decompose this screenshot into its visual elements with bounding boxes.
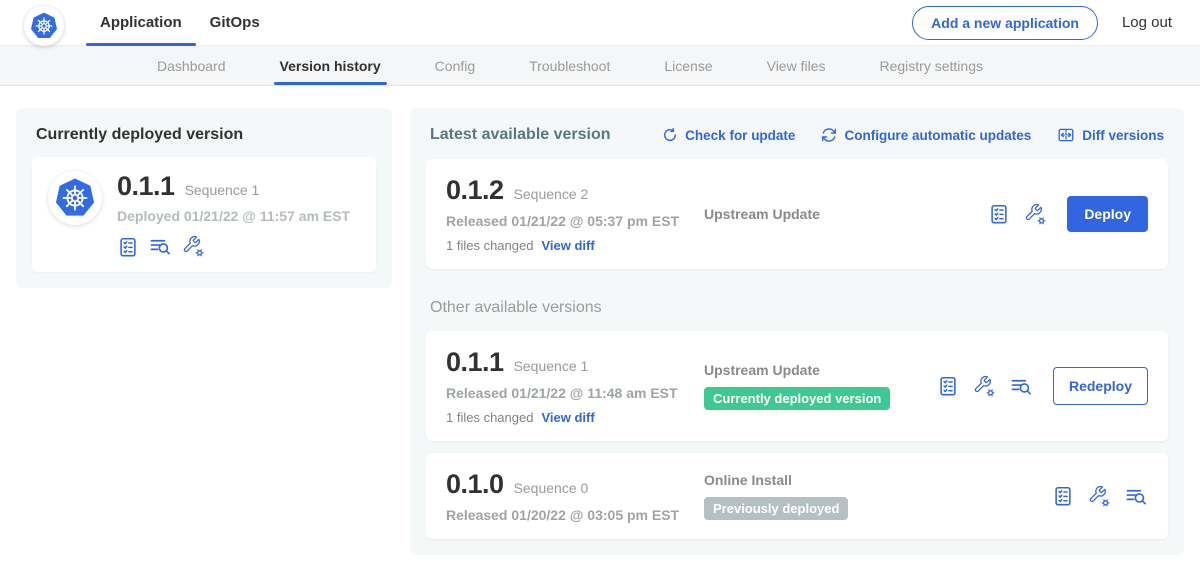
- subnav-tab-license[interactable]: License: [664, 46, 712, 85]
- kubernetes-logo-icon: [29, 11, 59, 41]
- source-type-label: Online Install: [704, 472, 1042, 488]
- version-type: Upstream Update: [704, 206, 988, 222]
- version-card-0-1-0: 0.1.0 Sequence 0 Released 01/20/22 @ 03:…: [426, 453, 1168, 539]
- files-changed-label: 1 files changed: [446, 238, 533, 253]
- version-type: Upstream Update Currently deployed versi…: [704, 362, 937, 410]
- sequence-label: Sequence 2: [514, 186, 589, 202]
- tab-gitops[interactable]: GitOps: [196, 0, 274, 45]
- currently-deployed-panel: Currently deployed version: [16, 108, 392, 288]
- checklist-icon[interactable]: [117, 236, 139, 258]
- tab-application[interactable]: Application: [86, 0, 196, 45]
- wrench-gear-icon[interactable]: [1088, 485, 1111, 508]
- app-logo: [24, 6, 64, 46]
- view-diff-link[interactable]: View diff: [541, 238, 594, 253]
- deployed-version-info: 0.1.1 Sequence 1 Deployed 01/21/22 @ 11:…: [117, 171, 350, 258]
- versions-panel-head: Latest available version Check for updat…: [430, 126, 1164, 144]
- app-subnav: Dashboard Version history Config Trouble…: [0, 46, 1200, 86]
- version-number: 0.1.2: [446, 175, 504, 206]
- logs-icon[interactable]: [1125, 485, 1148, 508]
- check-for-update-label: Check for update: [685, 128, 795, 143]
- app-header: Application GitOps Add a new application…: [0, 0, 1200, 46]
- checklist-icon[interactable]: [937, 375, 959, 397]
- deployed-version-number: 0.1.1: [117, 171, 175, 202]
- deployed-sequence-label: Sequence 1: [185, 182, 260, 198]
- main-content: Currently deployed version: [0, 86, 1200, 555]
- version-card-0-1-1: 0.1.1 Sequence 1 Released 01/21/22 @ 11:…: [426, 331, 1168, 441]
- configure-automatic-updates-label: Configure automatic updates: [844, 128, 1031, 143]
- subnav-tab-troubleshoot[interactable]: Troubleshoot: [529, 46, 610, 85]
- logout-link[interactable]: Log out: [1122, 14, 1172, 31]
- files-changed-label: 1 files changed: [446, 410, 533, 425]
- version-actions: Deploy: [988, 196, 1148, 232]
- released-timestamp: Released 01/21/22 @ 05:37 pm EST: [446, 213, 704, 229]
- diff-versions-link[interactable]: Diff versions: [1057, 126, 1164, 144]
- app-icon: [48, 171, 102, 225]
- subnav-tab-dashboard[interactable]: Dashboard: [157, 46, 226, 85]
- sequence-label: Sequence 0: [514, 480, 589, 496]
- version-card-0-1-2: 0.1.2 Sequence 2 Released 01/21/22 @ 05:…: [426, 159, 1168, 269]
- other-versions-title: Other available versions: [430, 299, 1164, 317]
- view-diff-link[interactable]: View diff: [541, 410, 594, 425]
- wrench-gear-icon[interactable]: [973, 375, 996, 398]
- redeploy-button[interactable]: Redeploy: [1053, 367, 1148, 405]
- latest-available-title: Latest available version: [430, 126, 611, 144]
- currently-deployed-card: 0.1.1 Sequence 1 Deployed 01/21/22 @ 11:…: [32, 157, 376, 272]
- wrench-gear-icon[interactable]: [182, 235, 205, 258]
- panel-actions: Check for update Configure automatic upd…: [662, 126, 1164, 144]
- versions-panel: Latest available version Check for updat…: [410, 108, 1184, 555]
- version-info: 0.1.1 Sequence 1 Released 01/21/22 @ 11:…: [446, 347, 704, 425]
- subnav-tab-version-history[interactable]: Version history: [280, 46, 381, 85]
- subnav-tab-view-files[interactable]: View files: [767, 46, 826, 85]
- diff-icon: [1057, 126, 1075, 144]
- version-number: 0.1.1: [446, 347, 504, 378]
- released-timestamp: Released 01/20/22 @ 03:05 pm EST: [446, 507, 704, 523]
- source-type-label: Upstream Update: [704, 362, 927, 378]
- auto-update-icon: [821, 127, 837, 143]
- version-info: 0.1.2 Sequence 2 Released 01/21/22 @ 05:…: [446, 175, 704, 253]
- configure-automatic-updates-link[interactable]: Configure automatic updates: [821, 127, 1031, 143]
- deploy-button[interactable]: Deploy: [1067, 196, 1148, 232]
- header-tabs: Application GitOps: [86, 0, 274, 45]
- version-number: 0.1.0: [446, 469, 504, 500]
- currently-deployed-title: Currently deployed version: [36, 126, 376, 144]
- kubernetes-logo-icon: [53, 176, 97, 220]
- previously-deployed-badge: Previously deployed: [704, 497, 848, 520]
- add-application-button[interactable]: Add a new application: [912, 6, 1098, 40]
- check-for-update-link[interactable]: Check for update: [662, 127, 795, 143]
- source-type-label: Upstream Update: [704, 206, 978, 222]
- logs-icon[interactable]: [149, 235, 172, 258]
- checklist-icon[interactable]: [988, 203, 1010, 225]
- subnav-tab-config[interactable]: Config: [435, 46, 475, 85]
- deployed-timestamp: Deployed 01/21/22 @ 11:57 am EST: [117, 208, 350, 224]
- wrench-gear-icon[interactable]: [1024, 203, 1047, 226]
- logs-icon[interactable]: [1010, 375, 1033, 398]
- subnav-tab-registry-settings[interactable]: Registry settings: [880, 46, 983, 85]
- header-right: Add a new application Log out: [912, 6, 1172, 40]
- diff-versions-label: Diff versions: [1082, 128, 1164, 143]
- sequence-label: Sequence 1: [514, 358, 589, 374]
- version-type: Online Install Previously deployed: [704, 472, 1052, 520]
- version-actions: Redeploy: [937, 367, 1148, 405]
- refresh-icon: [662, 127, 678, 143]
- released-timestamp: Released 01/21/22 @ 11:48 am EST: [446, 385, 704, 401]
- version-info: 0.1.0 Sequence 0 Released 01/20/22 @ 03:…: [446, 469, 704, 523]
- currently-deployed-badge: Currently deployed version: [704, 387, 890, 410]
- version-actions: [1052, 485, 1148, 508]
- checklist-icon[interactable]: [1052, 485, 1074, 507]
